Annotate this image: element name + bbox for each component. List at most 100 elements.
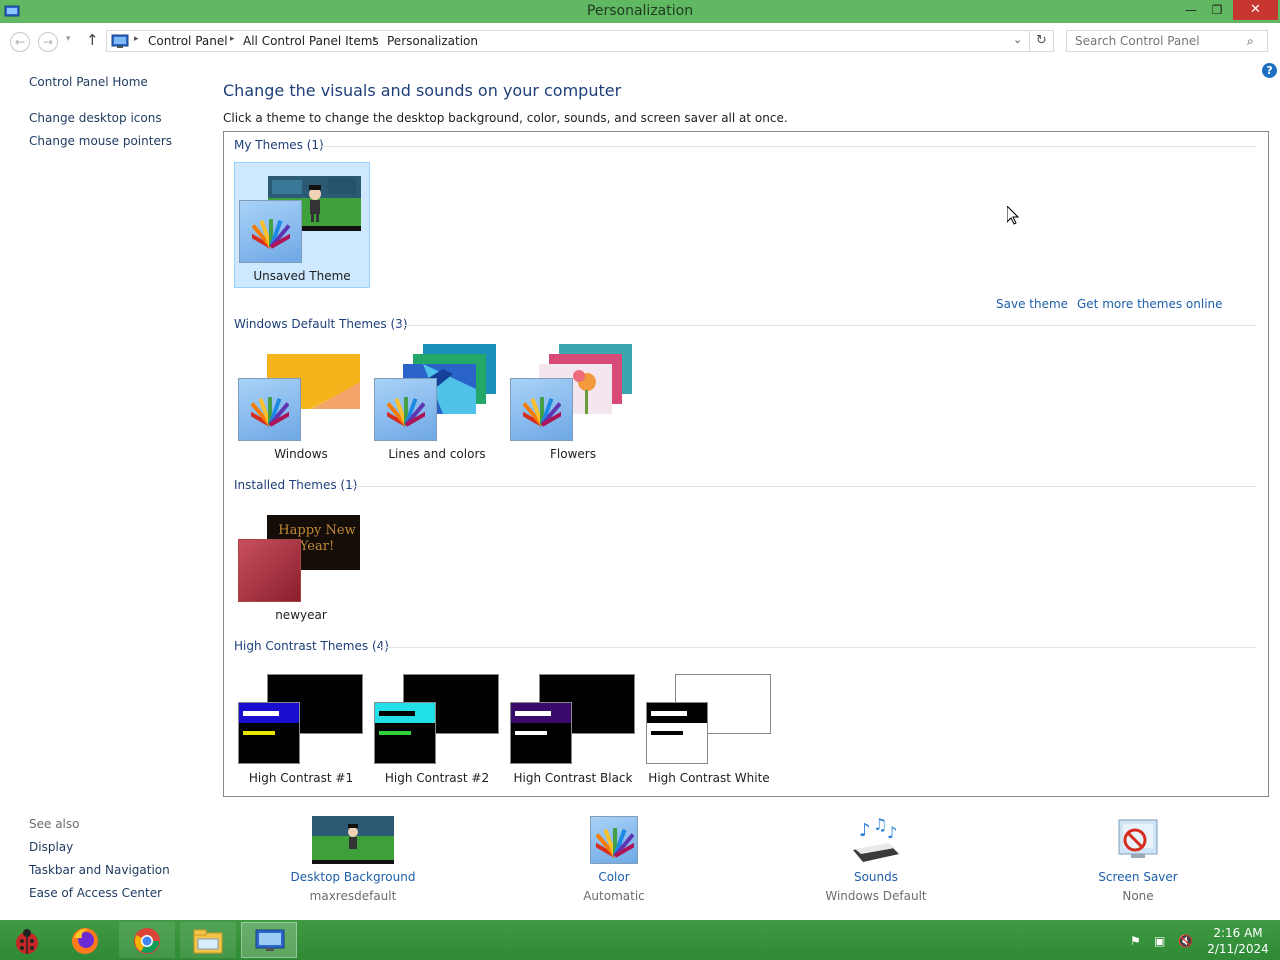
group-header-my-themes[interactable]: My Themes (1) [234, 138, 324, 152]
svg-text:♪: ♪ [859, 820, 871, 841]
restore-button[interactable]: ❐ [1204, 0, 1230, 20]
theme-tile-lines-and-colors[interactable]: Lines and colors [370, 341, 506, 467]
desktop-background-title: Desktop Background [290, 870, 416, 884]
refresh-icon[interactable]: ↻ [1030, 30, 1054, 52]
screen-saver-setting[interactable]: Screen Saver None [1088, 816, 1188, 903]
mouse-cursor-icon [1007, 206, 1019, 225]
theme-tile-high-contrast-1[interactable]: High Contrast #1 [234, 661, 370, 787]
save-theme-link[interactable]: Save theme [996, 297, 1068, 311]
clock-time: 2:16 AM [1213, 926, 1263, 940]
breadcrumb-control-panel[interactable]: Control Panel [148, 34, 228, 48]
help-icon[interactable]: ? [1262, 63, 1277, 78]
theme-tile-newyear[interactable]: Happy New Year! newyear [234, 502, 370, 628]
back-button[interactable]: ← [10, 32, 30, 52]
theme-list: My Themes (1) Unsaved Theme Save theme G… [223, 131, 1269, 797]
address-bar[interactable]: ▸ Control Panel ▸ All Control Panel Item… [106, 30, 1030, 52]
group-divider [380, 647, 1256, 648]
breadcrumb-separator-icon[interactable]: ▸ [230, 34, 235, 44]
theme-label: High Contrast #1 [248, 771, 354, 785]
breadcrumb-separator-icon[interactable]: ▸ [373, 34, 378, 44]
hc-text-bar [243, 711, 279, 716]
theme-color-swatch [238, 378, 301, 441]
theme-tile-high-contrast-white[interactable]: High Contrast White [642, 661, 778, 787]
theme-color-swatch [374, 378, 437, 441]
group-divider [350, 486, 1256, 487]
theme-label: Flowers [550, 447, 596, 461]
search-input[interactable] [1067, 31, 1243, 51]
up-arrow-icon[interactable]: ↑ [86, 31, 99, 49]
theme-tile-windows[interactable]: Windows [234, 341, 370, 467]
see-also-display-link[interactable]: Display [29, 840, 73, 854]
theme-label: High Contrast Black [513, 771, 633, 785]
ladybug-icon [16, 929, 38, 954]
theme-tile-high-contrast-black[interactable]: High Contrast Black [506, 661, 642, 787]
theme-color-swatch [510, 702, 572, 764]
group-header-high-contrast[interactable]: High Contrast Themes (4) [234, 639, 389, 653]
volume-muted-icon[interactable]: 🔇 [1178, 934, 1193, 948]
network-icon[interactable]: ▣ [1154, 934, 1165, 948]
get-more-themes-link[interactable]: Get more themes online [1077, 297, 1223, 311]
action-center-flag-icon[interactable]: ⚑ [1130, 934, 1141, 948]
color-value: Automatic [583, 889, 645, 903]
theme-tile-flowers[interactable]: Flowers [506, 341, 642, 467]
sounds-value: Windows Default [825, 889, 927, 903]
svg-text:♪: ♪ [887, 823, 897, 842]
screen-saver-value: None [1122, 889, 1154, 903]
theme-tile-unsaved[interactable]: Unsaved Theme [234, 162, 370, 288]
see-also-header: See also [29, 817, 80, 831]
theme-color-swatch [646, 702, 708, 764]
color-fan-icon [387, 397, 425, 427]
color-setting[interactable]: Color Automatic [564, 816, 664, 903]
taskbar-app-file-explorer[interactable] [180, 922, 236, 958]
clock-date: 2/11/2024 [1207, 942, 1269, 956]
theme-color-swatch [238, 539, 301, 602]
sounds-title: Sounds [853, 870, 899, 884]
group-header-windows-default[interactable]: Windows Default Themes (3) [234, 317, 408, 331]
group-divider [396, 325, 1256, 326]
group-divider [320, 146, 1256, 147]
color-swatch-icon [590, 816, 638, 864]
desktop-background-setting[interactable]: Desktop Background maxresdefault [290, 816, 416, 903]
sounds-icon: ♪ ♫ ♪ [853, 816, 899, 862]
forward-button[interactable]: → [38, 32, 58, 52]
theme-label: Windows [274, 447, 328, 461]
change-desktop-icons-link[interactable]: Change desktop icons [29, 111, 162, 125]
page-subtitle: Click a theme to change the desktop back… [223, 111, 788, 125]
screen-saver-title: Screen Saver [1098, 870, 1178, 884]
address-row: ← → ▾ ↑ ▸ Control Panel ▸ All Control Pa… [0, 23, 1280, 59]
close-button[interactable]: ✕ [1233, 0, 1278, 20]
svg-text:♫: ♫ [873, 816, 887, 834]
color-fan-icon [252, 219, 290, 249]
breadcrumb-all-items[interactable]: All Control Panel Items [243, 34, 379, 48]
taskbar-app-firefox[interactable] [58, 922, 114, 958]
recent-locations-chevron-icon[interactable]: ▾ [66, 34, 71, 44]
system-clock[interactable]: 2:16 AM 2/11/2024 [1204, 925, 1272, 957]
taskbar-app-ladybug[interactable] [0, 922, 56, 958]
breadcrumb-personalization[interactable]: Personalization [387, 34, 478, 48]
see-also-taskbar-link[interactable]: Taskbar and Navigation [29, 863, 170, 877]
taskbar-app-control-panel[interactable] [241, 922, 297, 958]
page-title: Change the visuals and sounds on your co… [223, 81, 622, 100]
theme-color-swatch [510, 378, 573, 441]
group-header-installed[interactable]: Installed Themes (1) [234, 478, 357, 492]
control-panel-home-link[interactable]: Control Panel Home [29, 75, 148, 89]
sounds-setting[interactable]: ♪ ♫ ♪ Sounds Windows Default [816, 816, 936, 903]
screen-saver-icon [1118, 819, 1158, 858]
taskbar-app-chrome[interactable] [119, 922, 175, 958]
breadcrumb-separator-icon[interactable]: ▸ [134, 34, 139, 44]
see-also-ease-of-access-link[interactable]: Ease of Access Center [29, 886, 162, 900]
address-dropdown-icon[interactable]: ⌄ [1013, 33, 1022, 46]
title-bar: Personalization — ❐ ✕ [0, 0, 1280, 23]
theme-label: High Contrast White [648, 771, 770, 785]
change-mouse-pointers-link[interactable]: Change mouse pointers [29, 134, 172, 148]
theme-label: Lines and colors [388, 447, 486, 461]
search-icon[interactable]: ⌕ [1247, 34, 1254, 49]
theme-tile-high-contrast-2[interactable]: High Contrast #2 [370, 661, 506, 787]
hc-text-bar [651, 731, 683, 735]
theme-label: High Contrast #2 [384, 771, 490, 785]
search-box[interactable]: ⌕ [1066, 30, 1268, 52]
minimize-button[interactable]: — [1178, 0, 1204, 20]
desktop-background-value: maxresdefault [309, 889, 397, 903]
desktop-background-icon [312, 816, 394, 864]
hc-text-bar [651, 711, 687, 716]
